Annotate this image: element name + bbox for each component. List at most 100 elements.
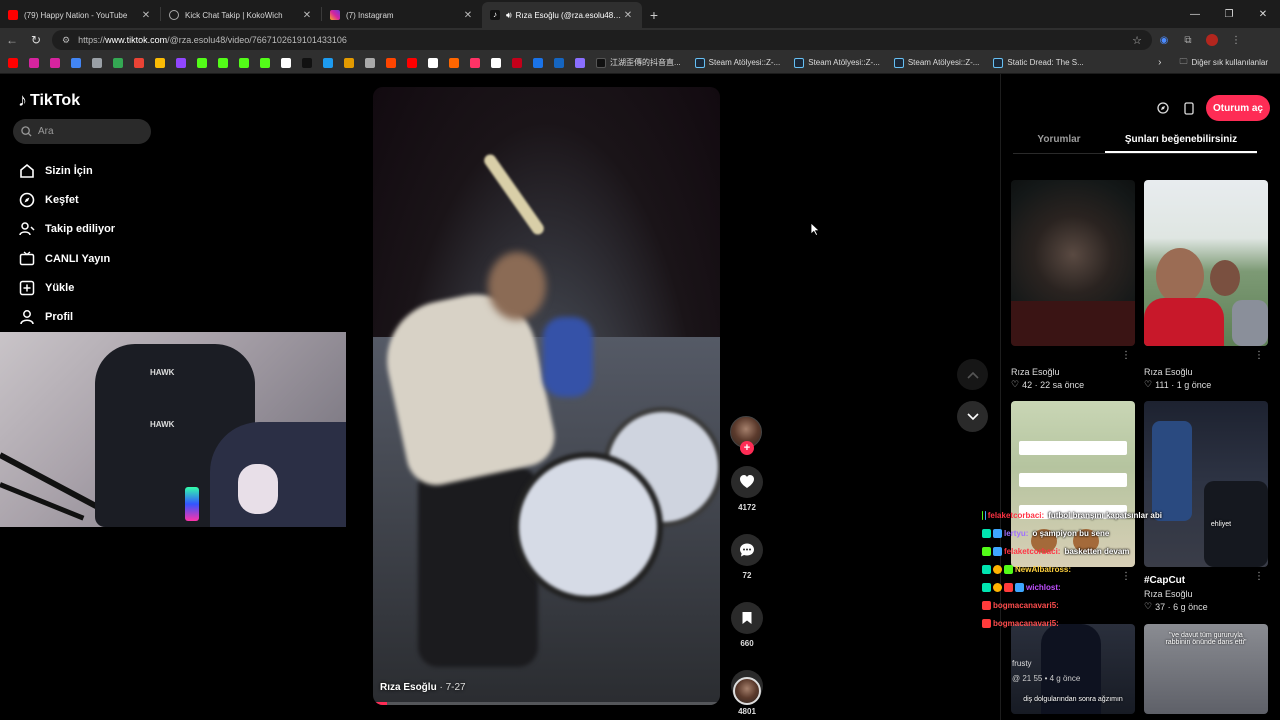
comment-icon[interactable] bbox=[731, 534, 763, 566]
reload-icon[interactable]: ↻ bbox=[24, 28, 48, 52]
bookmark-icon[interactable] bbox=[92, 57, 102, 68]
bookmark-icon[interactable] bbox=[155, 57, 165, 68]
bookmark-star-icon[interactable]: ☆ bbox=[1132, 34, 1142, 47]
creator-avatar[interactable]: + bbox=[730, 416, 762, 455]
bookmark-douyin[interactable]: 江湖歪傳的抖音直... bbox=[596, 57, 681, 68]
card-title[interactable]: #CapCut bbox=[1144, 575, 1268, 586]
speaker-icon[interactable]: 🔊︎ bbox=[506, 10, 512, 21]
bookmark-icon[interactable] bbox=[428, 57, 438, 68]
sidebar-item-upload[interactable]: Yükle bbox=[18, 273, 115, 302]
close-window-icon[interactable]: ✕ bbox=[1246, 0, 1280, 28]
new-tab-button[interactable]: + bbox=[642, 2, 666, 28]
sidebar-item-foryou[interactable]: Sizin İçin bbox=[18, 156, 115, 185]
bookmark-static-dread[interactable]: Static Dread: The S... bbox=[993, 57, 1084, 68]
more-options-icon[interactable]: ⋮ bbox=[1254, 350, 1264, 361]
close-tab-icon[interactable]: ✕ bbox=[301, 10, 313, 21]
bookmark-icon[interactable] bbox=[302, 57, 312, 68]
card-author[interactable]: Rıza Esoğlu bbox=[1011, 367, 1135, 377]
back-icon[interactable]: ← bbox=[0, 28, 24, 52]
bookmark-icon[interactable] bbox=[260, 57, 270, 68]
tab-kokowich[interactable]: Kick Chat Takip | KokoWich ✕ bbox=[161, 2, 321, 28]
video-thumbnail[interactable]: diş dolgularından sonra ağzımın bbox=[1011, 624, 1135, 714]
menu-icon[interactable]: ⋮ bbox=[1224, 28, 1248, 52]
suggested-video-card[interactable]: ehliyet ⋮ #CapCut Rıza Esoğlu ♡ 37 · 6 g… bbox=[1144, 401, 1268, 612]
card-author[interactable]: Rıza Esoğlu bbox=[1144, 589, 1268, 599]
tiktok-logo[interactable]: ♪ TikTok bbox=[18, 90, 80, 111]
sidebar-item-live[interactable]: CANLI Yayın bbox=[18, 244, 115, 273]
bookmark-icon[interactable] bbox=[323, 57, 333, 68]
bookmark-icon[interactable] bbox=[197, 57, 207, 68]
extension-icon[interactable]: ◉ bbox=[1152, 28, 1176, 52]
extensions-puzzle-icon[interactable]: ⧉ bbox=[1176, 28, 1200, 52]
bookmark-icon[interactable] bbox=[281, 57, 291, 68]
phone-icon[interactable] bbox=[1176, 95, 1202, 121]
bookmark-icon[interactable] bbox=[71, 57, 81, 68]
card-author[interactable]: Rıza Esoğlu bbox=[1144, 367, 1268, 377]
search-box[interactable] bbox=[13, 119, 151, 144]
video-thumbnail[interactable] bbox=[1144, 180, 1268, 346]
bookmark-icon[interactable] bbox=[491, 57, 501, 68]
bookmark-icon[interactable] bbox=[449, 57, 459, 68]
bookmark-icon[interactable] bbox=[365, 57, 375, 68]
search-input[interactable] bbox=[38, 126, 138, 137]
chevron-right-icon[interactable]: › bbox=[1158, 57, 1161, 68]
heart-icon[interactable] bbox=[731, 466, 763, 498]
tab-instagram[interactable]: (7) Instagram ✕ bbox=[322, 2, 482, 28]
bookmark-steam-3[interactable]: Steam Atölyesi::Z-... bbox=[893, 57, 979, 68]
login-button[interactable]: Oturum aç bbox=[1206, 95, 1270, 121]
close-tab-icon[interactable]: ✕ bbox=[140, 10, 152, 21]
site-info-icon[interactable]: ⚙ bbox=[62, 35, 70, 46]
bookmark-icon[interactable] bbox=[50, 57, 60, 68]
bookmark-icon[interactable] bbox=[239, 57, 249, 68]
more-options-icon[interactable]: ⋮ bbox=[1121, 350, 1131, 361]
video-thumbnail[interactable]: "ve davut tüm gururuyla rabbinin önünde … bbox=[1144, 624, 1268, 714]
tab-suggested[interactable]: Şunları beğenebilirsiniz bbox=[1105, 130, 1257, 153]
sidebar-item-profile[interactable]: Profil bbox=[18, 302, 115, 331]
bookmark-icon[interactable] bbox=[218, 57, 228, 68]
compass-icon[interactable] bbox=[1150, 95, 1176, 121]
suggested-video-card[interactable]: ⋮ Rıza Esoğlu ♡ 42 · 22 sa önce bbox=[1011, 180, 1135, 390]
bookmark-icon[interactable] bbox=[554, 57, 564, 68]
suggested-video-card[interactable]: "ve davut tüm gururuyla rabbinin önünde … bbox=[1144, 624, 1268, 714]
tab-tiktok[interactable]: ♪ 🔊︎ Rıza Esoğlu (@rza.esolu48) adl ✕ bbox=[482, 2, 642, 28]
video-player[interactable]: Rıza Esoğlu · 7-27 bbox=[373, 87, 720, 705]
sidebar-item-explore[interactable]: Keşfet bbox=[18, 185, 115, 214]
save-action[interactable]: 660 bbox=[730, 602, 764, 648]
video-thumbnail[interactable] bbox=[1011, 180, 1135, 346]
tab-youtube[interactable]: (79) Happy Nation - YouTube ✕ bbox=[0, 2, 160, 28]
bookmark-icon[interactable] bbox=[407, 57, 417, 68]
close-tab-icon[interactable]: ✕ bbox=[462, 10, 474, 21]
bookmark-icon[interactable] bbox=[29, 57, 39, 68]
bookmark-icon[interactable] bbox=[386, 57, 396, 68]
sidebar-item-following[interactable]: Takip ediliyor bbox=[18, 215, 115, 244]
bookmark-icon[interactable] bbox=[512, 57, 522, 68]
tab-comments[interactable]: Yorumlar bbox=[1013, 130, 1105, 153]
bookmark-steam-1[interactable]: Steam Atölyesi::Z-... bbox=[694, 57, 780, 68]
url-field[interactable]: ⚙ https://www.tiktok.com/@rza.esolu48/vi… bbox=[52, 30, 1152, 50]
bookmark-icon[interactable] bbox=[344, 57, 354, 68]
close-tab-icon[interactable]: ✕ bbox=[622, 10, 634, 21]
like-action[interactable]: 4172 bbox=[730, 466, 764, 512]
video-author[interactable]: Rıza Esoğlu bbox=[380, 682, 437, 693]
suggested-video-card[interactable]: ⋮ Rıza Esoğlu ♡ 111 · 1 g önce bbox=[1144, 180, 1268, 390]
video-progress[interactable] bbox=[373, 702, 720, 705]
bookmark-icon[interactable] bbox=[8, 57, 18, 68]
video-thumbnail[interactable]: ehliyet bbox=[1144, 401, 1268, 567]
follow-plus-icon[interactable]: + bbox=[740, 441, 754, 455]
suggested-video-card[interactable]: diş dolgularından sonra ağzımın bbox=[1011, 624, 1135, 714]
more-options-icon[interactable]: ⋮ bbox=[1254, 571, 1264, 582]
restore-icon[interactable]: ❐ bbox=[1212, 0, 1246, 28]
other-bookmarks[interactable]: › 🗀︎ Diğer sık kullanılanlar bbox=[1158, 56, 1268, 70]
bookmark-icon[interactable] bbox=[176, 57, 186, 68]
music-disc-avatar[interactable] bbox=[733, 677, 761, 705]
bookmark-icon[interactable] bbox=[575, 57, 585, 68]
minimize-icon[interactable]: — bbox=[1178, 0, 1212, 28]
comment-action[interactable]: 72 bbox=[730, 534, 764, 580]
profile-icon[interactable] bbox=[1200, 28, 1224, 52]
next-video-button[interactable] bbox=[957, 401, 988, 432]
bookmark-icon[interactable] bbox=[134, 57, 144, 68]
bookmark-icon[interactable] bbox=[533, 57, 543, 68]
bookmark-icon[interactable] bbox=[113, 57, 123, 68]
bookmark-icon[interactable] bbox=[731, 602, 763, 634]
previous-video-button[interactable] bbox=[957, 359, 988, 390]
